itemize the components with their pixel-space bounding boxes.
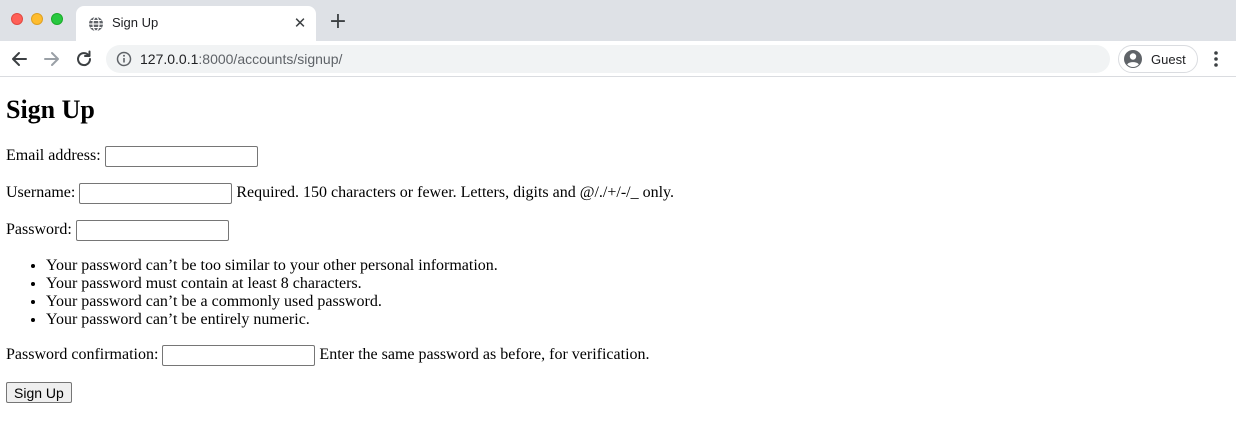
info-icon[interactable] [116, 51, 132, 67]
password-row: Password: [6, 219, 229, 241]
new-tab-icon[interactable]: + [326, 10, 350, 34]
tab-title: Sign Up [112, 15, 159, 30]
username-label: Username: [6, 184, 76, 201]
browser-tab-bar: Sign Up ✕ + [0, 0, 1236, 41]
password-confirmation-field[interactable] [162, 344, 316, 366]
list-item: Your password can’t be entirely numeric. [46, 311, 498, 329]
reload-icon[interactable] [73, 48, 95, 70]
list-item: Your password can’t be a commonly used p… [46, 293, 498, 311]
maximize-window-button[interactable] [51, 13, 63, 25]
url-host: 127.0.0.1 [140, 51, 199, 67]
sign-up-button[interactable]: Sign Up [6, 382, 72, 403]
password-confirmation-label: Password confirmation: [6, 346, 159, 363]
username-field[interactable] [79, 182, 233, 204]
url-path: :8000/accounts/signup/ [198, 51, 343, 67]
close-icon[interactable]: ✕ [291, 14, 309, 32]
browser-tab[interactable]: Sign Up ✕ [76, 6, 316, 41]
email-field[interactable] [104, 145, 258, 167]
browser-toolbar: 127.0.0.1:8000/accounts/signup/ Guest [0, 41, 1236, 77]
address-bar[interactable]: 127.0.0.1:8000/accounts/signup/ [106, 45, 1110, 73]
page-content: Sign Up Email address: Username: Require… [0, 78, 1236, 430]
minimize-window-button[interactable] [31, 13, 43, 25]
password-label: Password: [6, 221, 72, 238]
username-row: Username: Required. 150 characters or fe… [6, 182, 674, 204]
forward-arrow-icon[interactable] [41, 48, 63, 70]
email-label: Email address: [6, 147, 101, 164]
password-rules-list: Your password can’t be too similar to yo… [6, 257, 498, 329]
close-window-button[interactable] [11, 13, 23, 25]
kebab-menu-icon[interactable] [1207, 48, 1225, 70]
list-item: Your password must contain at least 8 ch… [46, 275, 498, 293]
avatar-icon [1124, 50, 1142, 68]
email-row: Email address: [6, 145, 258, 167]
password-confirmation-help-text: Enter the same password as before, for v… [319, 346, 650, 363]
password-confirmation-row: Password confirmation: Enter the same pa… [6, 344, 650, 366]
profile-button[interactable]: Guest [1118, 45, 1198, 73]
profile-label: Guest [1151, 52, 1186, 67]
list-item: Your password can’t be too similar to yo… [46, 257, 498, 275]
globe-icon [89, 16, 103, 32]
password-field[interactable] [75, 219, 229, 241]
url-text: 127.0.0.1:8000/accounts/signup/ [140, 51, 342, 67]
page-title: Sign Up [6, 95, 95, 124]
back-arrow-icon[interactable] [8, 48, 30, 70]
username-help-text: Required. 150 characters or fewer. Lette… [236, 184, 675, 201]
